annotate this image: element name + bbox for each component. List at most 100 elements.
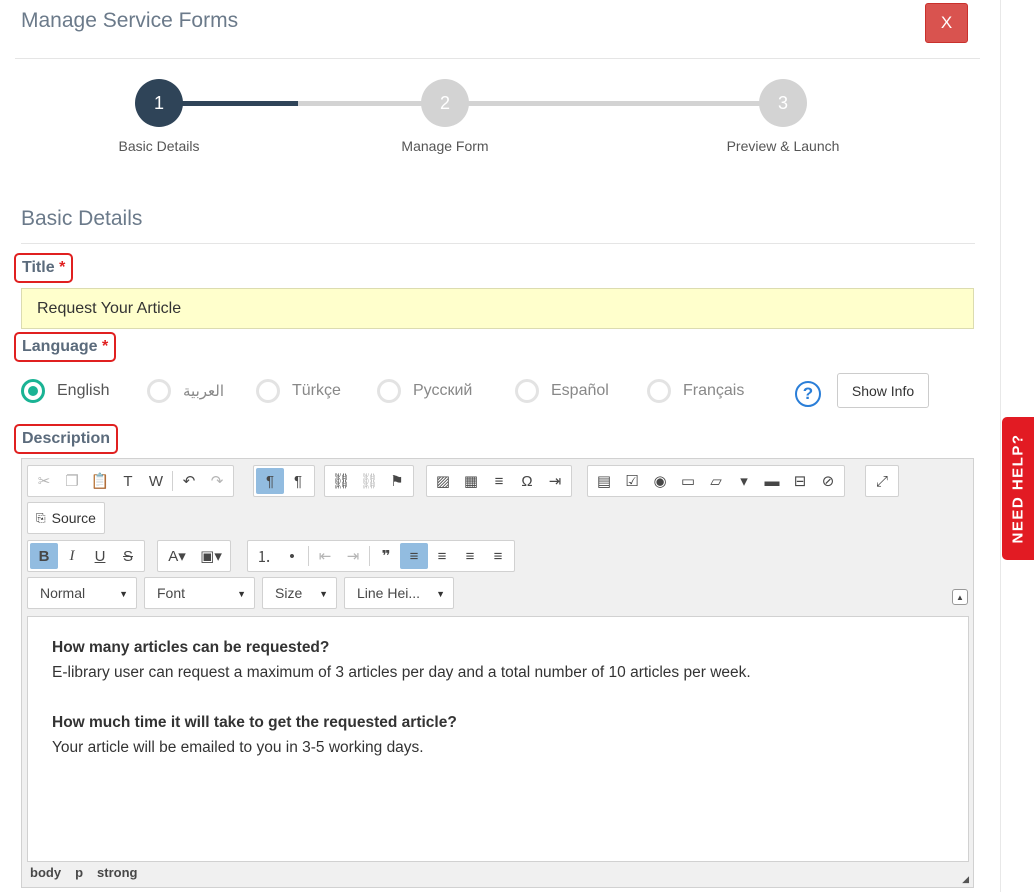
cut-icon[interactable]: ✂ <box>30 468 58 494</box>
step-2-label: Manage Form <box>401 138 489 154</box>
source-icon: ⎘ <box>36 510 46 525</box>
collapse-toolbar-icon[interactable]: ▲ <box>952 589 968 605</box>
language-option-french[interactable]: Français <box>647 375 744 407</box>
line-height-combo[interactable]: Line Hei... ▼ <box>344 577 454 609</box>
radio-unchecked-icon <box>515 379 539 403</box>
toolbar-separator <box>308 546 309 566</box>
language-option-label: English <box>57 382 110 399</box>
link-toolbar-group: ⛓ ⛓ ⚑ <box>324 465 414 497</box>
toolbar-separator <box>172 471 173 491</box>
horizontal-rule-icon[interactable]: ≡ <box>485 468 513 494</box>
align-center-icon[interactable]: ≡ <box>428 543 456 569</box>
language-label: Language * <box>14 332 117 362</box>
background-color-icon[interactable]: ▣▾ <box>194 543 228 569</box>
language-option-label: العربية <box>183 383 224 400</box>
underline-icon[interactable]: U <box>86 543 114 569</box>
maximize-icon[interactable]: ⤢ <box>868 468 896 494</box>
image-button-icon[interactable]: ⊟ <box>786 468 814 494</box>
language-option-label: Français <box>683 382 745 399</box>
editor-content-area[interactable]: How many articles can be requested? E-li… <box>27 616 969 862</box>
page-break-icon[interactable]: ⇥ <box>541 468 569 494</box>
blockquote-icon[interactable]: ❞ <box>372 543 400 569</box>
step-3-circle[interactable]: 3 <box>759 79 807 127</box>
path-item[interactable]: strong <box>97 865 137 880</box>
redo-icon[interactable]: ↷ <box>203 468 231 494</box>
bulleted-list-icon[interactable]: • <box>278 543 306 569</box>
strikethrough-icon[interactable]: S <box>114 543 142 569</box>
button-icon[interactable]: ▬ <box>758 468 786 494</box>
language-label-text: Language <box>22 338 98 355</box>
step-1-circle[interactable]: 1 <box>135 79 183 127</box>
need-help-tab[interactable]: NEED HELP? <box>1002 417 1034 560</box>
content-answer: E-library user can request a maximum of … <box>52 664 751 681</box>
show-info-button[interactable]: Show Info <box>837 373 929 408</box>
title-label: Title * <box>14 253 74 283</box>
rtl-direction-icon[interactable]: ¶ <box>284 468 312 494</box>
align-right-icon[interactable]: ≡ <box>456 543 484 569</box>
title-input-value: Request Your Article <box>37 299 182 317</box>
help-question-icon[interactable]: ? <box>795 381 821 407</box>
path-item[interactable]: p <box>75 865 83 880</box>
section-title: Basic Details <box>21 207 143 230</box>
language-option-label: Español <box>551 382 609 399</box>
indent-icon[interactable]: ⇥ <box>339 543 367 569</box>
format-combo[interactable]: Normal ▼ <box>27 577 137 609</box>
language-option-spanish[interactable]: Español <box>515 375 609 407</box>
radio-checked-icon <box>21 379 45 403</box>
toolbar-separator <box>369 546 370 566</box>
image-icon[interactable]: ▨ <box>429 468 457 494</box>
copy-icon[interactable]: ❐ <box>58 468 86 494</box>
paste-text-icon[interactable]: T <box>114 468 142 494</box>
insert-toolbar-group: ▨ ▦ ≡ Ω ⇥ <box>426 465 572 497</box>
chevron-down-icon: ▼ <box>119 589 128 599</box>
outdent-icon[interactable]: ⇤ <box>311 543 339 569</box>
need-help-label: NEED HELP? <box>1009 433 1027 544</box>
direction-toolbar-group: ¶ ¶ <box>253 465 315 497</box>
step-2-circle[interactable]: 2 <box>421 79 469 127</box>
special-char-omega-icon[interactable]: Ω <box>513 468 541 494</box>
path-item[interactable]: body <box>30 865 61 880</box>
language-option-turkish[interactable]: Türkçe <box>256 375 341 407</box>
table-icon[interactable]: ▦ <box>457 468 485 494</box>
section-divider <box>21 243 975 244</box>
step-3-label: Preview & Launch <box>726 138 840 154</box>
anchor-flag-icon[interactable]: ⚑ <box>383 468 411 494</box>
bold-icon[interactable]: B <box>30 543 58 569</box>
font-combo[interactable]: Font ▼ <box>144 577 255 609</box>
language-option-russian[interactable]: Русский <box>377 375 472 407</box>
undo-icon[interactable]: ↶ <box>175 468 203 494</box>
size-combo[interactable]: Size ▼ <box>262 577 337 609</box>
description-label: Description <box>14 424 119 454</box>
stepper-track-line <box>298 101 783 106</box>
close-button[interactable]: X <box>925 3 968 43</box>
title-input[interactable]: Request Your Article <box>21 288 974 329</box>
paste-word-icon[interactable]: W <box>142 468 170 494</box>
ltr-direction-icon[interactable]: ¶ <box>256 468 284 494</box>
link-icon[interactable]: ⛓ <box>327 468 355 494</box>
select-icon[interactable]: ▾ <box>730 468 758 494</box>
form-icon[interactable]: ▤ <box>590 468 618 494</box>
radio-icon[interactable]: ◉ <box>646 468 674 494</box>
resize-handle-icon[interactable]: ◢ <box>962 874 969 885</box>
rich-text-editor: ✂ ❐ 📋 T W ↶ ↷ ¶ ¶ ⛓ ⛓ ⚑ ▨ ▦ ≡ Ω ⇥ ▤ ☑ ◉ … <box>21 458 974 888</box>
unlink-icon[interactable]: ⛓ <box>355 468 383 494</box>
language-option-label: Русский <box>413 382 473 399</box>
italic-icon[interactable]: I <box>58 543 86 569</box>
numbered-list-icon[interactable]: ⒈ <box>250 543 278 569</box>
language-required-mark: * <box>102 338 109 355</box>
source-button[interactable]: ⎘ Source <box>27 502 105 534</box>
content-question: How many articles can be requested? <box>52 639 330 656</box>
align-left-icon[interactable]: ≡ <box>400 543 428 569</box>
step-1-label: Basic Details <box>118 138 200 154</box>
text-field-icon[interactable]: ▭ <box>674 468 702 494</box>
paste-icon[interactable]: 📋 <box>86 468 114 494</box>
text-color-icon[interactable]: A▾ <box>160 543 194 569</box>
hidden-field-icon[interactable]: ⊘ <box>814 468 842 494</box>
language-option-english[interactable]: English <box>21 375 109 407</box>
checkbox-icon[interactable]: ☑ <box>618 468 646 494</box>
manage-service-forms-modal: Manage Service Forms X 1 2 3 Basic Detai… <box>0 0 1000 892</box>
language-option-arabic[interactable]: العربية <box>147 375 224 407</box>
textarea-icon[interactable]: ▱ <box>702 468 730 494</box>
content-answer: Your article will be emailed to you in 3… <box>52 739 424 756</box>
justify-icon[interactable]: ≡ <box>484 543 512 569</box>
